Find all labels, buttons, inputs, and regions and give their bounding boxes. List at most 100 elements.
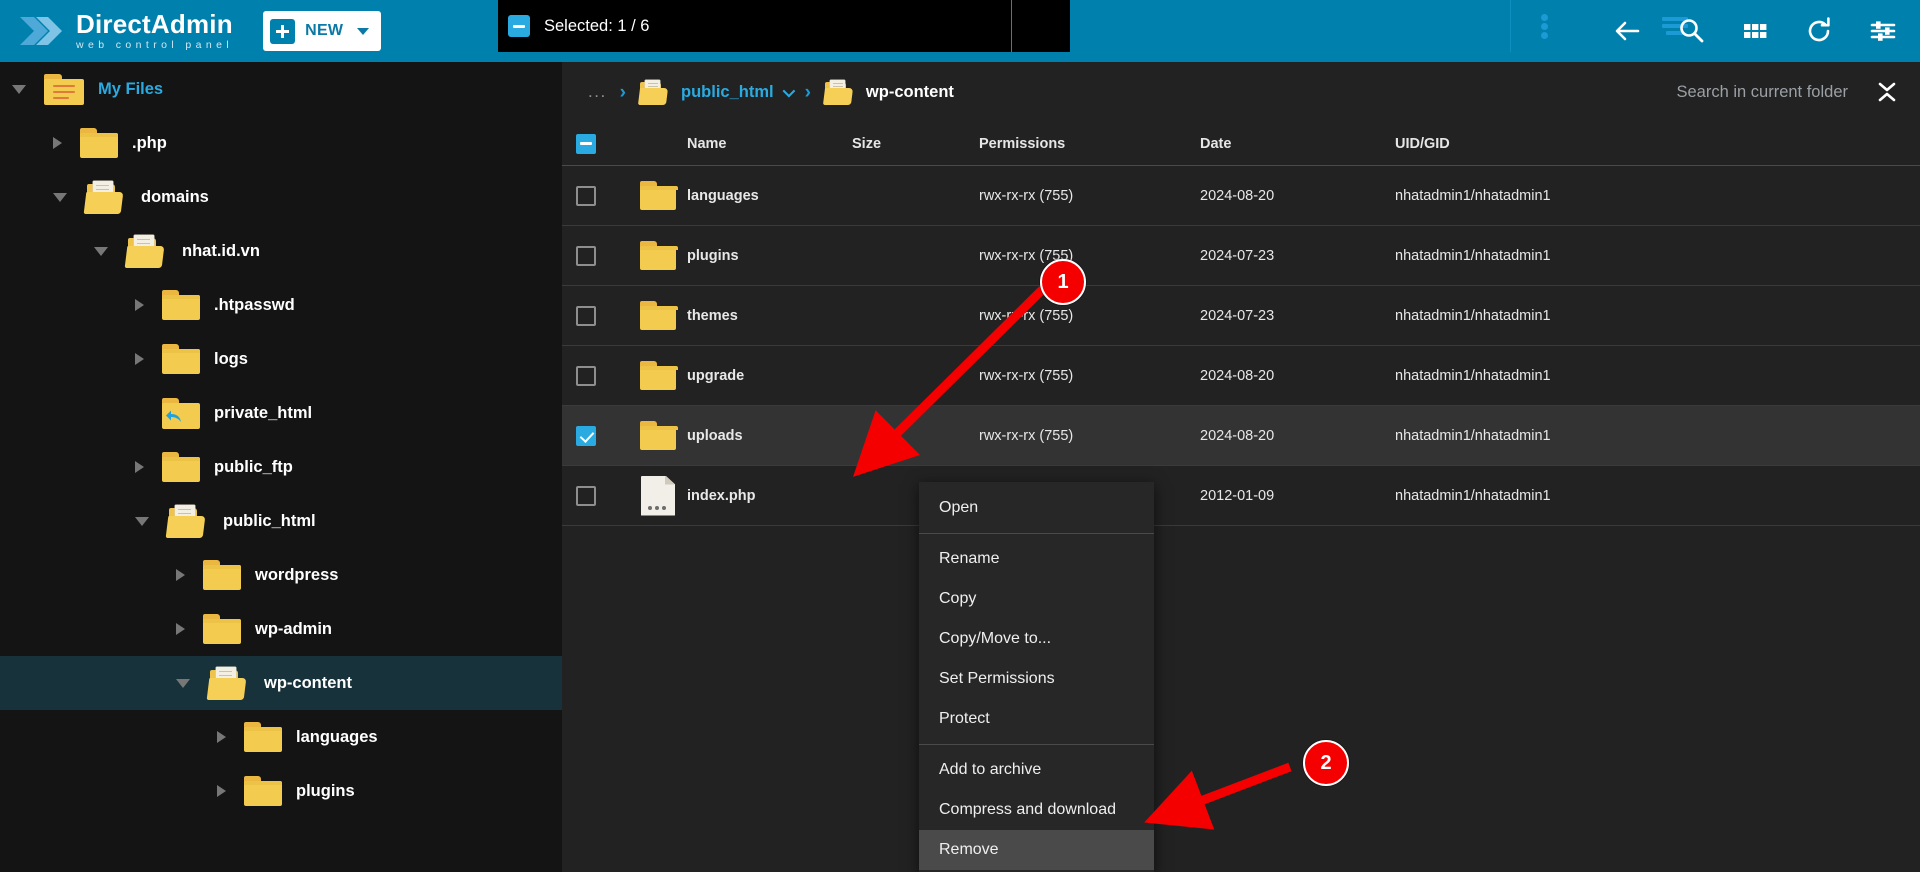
chevron-down-icon[interactable]: [94, 246, 108, 256]
grid-view-icon[interactable]: [1740, 16, 1770, 46]
select-all-rows-checkbox[interactable]: [576, 133, 596, 154]
folder-icon: [244, 722, 282, 752]
search-input[interactable]: Search in current folder: [1676, 83, 1848, 102]
context-menu-item-protect[interactable]: Protect: [919, 699, 1154, 739]
row-checkbox-cell: [562, 185, 629, 206]
vertical-dots-icon[interactable]: [1533, 12, 1557, 40]
chevron-right-icon[interactable]: [217, 731, 226, 743]
row-name[interactable]: languages: [687, 188, 852, 204]
header-checkbox-cell: [562, 133, 629, 154]
caret-down-icon[interactable]: [357, 27, 370, 35]
sidebar-item-plugins[interactable]: plugins: [0, 764, 562, 818]
context-menu-item-rename[interactable]: Rename: [919, 539, 1154, 579]
chevron-right-icon[interactable]: [217, 785, 226, 797]
chevron-right-icon[interactable]: [53, 137, 62, 149]
sidebar-item--htpasswd[interactable]: .htpasswd: [0, 278, 562, 332]
row-name[interactable]: plugins: [687, 248, 852, 264]
row-name[interactable]: themes: [687, 308, 852, 324]
sidebar-item-label: private_html: [214, 403, 313, 422]
chevron-right-icon[interactable]: [176, 623, 185, 635]
search-icon[interactable]: [1676, 16, 1706, 46]
table-row[interactable]: index.php4)2012-01-09nhatadmin1/nhatadmi…: [562, 466, 1920, 526]
row-checkbox[interactable]: [576, 185, 596, 206]
context-menu-item-add-to-archive[interactable]: Add to archive: [919, 750, 1154, 790]
chevron-right-icon[interactable]: [135, 461, 144, 473]
row-checkbox[interactable]: [576, 305, 596, 326]
sidebar-item-private-html[interactable]: private_html: [0, 386, 562, 440]
folder-icon: [80, 128, 118, 158]
row-name[interactable]: upgrade: [687, 368, 852, 384]
refresh-icon[interactable]: [1804, 16, 1834, 46]
chevron-right-icon[interactable]: [135, 353, 144, 365]
row-permissions: rwx-rx-rx (755): [979, 307, 1074, 324]
sidebar-item-public-html[interactable]: public_html: [0, 494, 562, 548]
chevron-down-icon[interactable]: [12, 84, 26, 94]
chevron-down-icon[interactable]: [135, 516, 149, 526]
table-row[interactable]: upgrade rwx-rx-rx (755) 2024-08-20 nhatadmi…: [562, 346, 1920, 406]
row-icon-cell: [629, 421, 687, 450]
column-header-uidgid[interactable]: UID/GID: [1395, 136, 1920, 152]
file-manager-app: DirectAdmin web control panel NEW Select…: [0, 0, 1920, 872]
sidebar-item-languages[interactable]: languages: [0, 710, 562, 764]
context-menu-item-open[interactable]: Open: [919, 488, 1154, 528]
table-row[interactable]: uploads rwx-rx-rx (755) 2024-08-20 nhatadmi…: [562, 406, 1920, 466]
sidebar-item-logs[interactable]: logs: [0, 332, 562, 386]
settings-sliders-icon[interactable]: [1868, 16, 1898, 46]
sidebar-item-public-ftp[interactable]: public_ftp: [0, 440, 562, 494]
row-icon-cell: [629, 241, 687, 270]
column-header-name[interactable]: Name: [687, 136, 852, 152]
sidebar-item-domains[interactable]: domains: [0, 170, 562, 224]
breadcrumb-ellipsis[interactable]: ...: [588, 82, 607, 102]
collapse-chevrons-icon[interactable]: [1874, 79, 1900, 105]
row-checkbox[interactable]: [576, 485, 596, 506]
row-date: 2024-07-23: [1200, 247, 1275, 264]
sidebar-item-nhat-id-vn[interactable]: nhat.id.vn: [0, 224, 562, 278]
column-header-date[interactable]: Date: [1200, 136, 1395, 152]
context-menu-item-remove[interactable]: Remove: [919, 830, 1154, 870]
folder-tree-sidebar[interactable]: My Files .php domains nhat.id.vn .htpasswd lo…: [0, 62, 562, 872]
context-menu-item-compress-and-download[interactable]: Compress and download: [919, 790, 1154, 830]
folder-icon: [640, 241, 678, 270]
table-row[interactable]: themes rwx-rx-rx (755) 2024-07-23 nhatadmin…: [562, 286, 1920, 346]
chevron-down-icon[interactable]: [53, 192, 67, 202]
breadcrumb-item-wp-content[interactable]: wp-content: [822, 79, 954, 105]
row-checkbox[interactable]: [576, 425, 596, 446]
file-icon: [641, 475, 675, 516]
row-checkbox[interactable]: [576, 245, 596, 266]
row-name[interactable]: index.php: [687, 488, 852, 504]
sidebar-item-label: languages: [296, 727, 378, 746]
sidebar-item-my-files[interactable]: My Files: [0, 62, 562, 116]
select-all-checkbox[interactable]: [508, 15, 530, 37]
column-header-permissions[interactable]: Permissions: [979, 136, 1200, 152]
new-button[interactable]: NEW: [263, 11, 382, 51]
sidebar-item--php[interactable]: .php: [0, 116, 562, 170]
chevron-down-icon[interactable]: [782, 84, 795, 97]
row-checkbox[interactable]: [576, 365, 596, 386]
sidebar-item-wp-admin[interactable]: wp-admin: [0, 602, 562, 656]
panel-divider-right: [1510, 0, 1511, 52]
context-menu-item-copy[interactable]: Copy: [919, 579, 1154, 619]
brand-logo[interactable]: DirectAdmin web control panel: [18, 11, 233, 51]
table-row[interactable]: languages rwx-rx-rx (755) 2024-08-20 nhatad…: [562, 166, 1920, 226]
context-menu[interactable]: Open Rename Copy Copy/Move to... Set Permiss…: [919, 482, 1154, 872]
sidebar-item-label: public_html: [223, 511, 316, 530]
row-checkbox-cell: [562, 365, 629, 386]
breadcrumb-item-public_html[interactable]: public_html: [637, 79, 795, 105]
selection-count-label: Selected: 1 / 6: [544, 16, 650, 35]
row-name[interactable]: uploads: [687, 428, 852, 444]
chevron-right-icon[interactable]: [135, 299, 144, 311]
sidebar-item-wp-content[interactable]: wp-content: [0, 656, 562, 710]
sidebar-item-label: wordpress: [255, 565, 339, 584]
sidebar-item-label: .htpasswd: [214, 295, 295, 314]
context-menu-item-set-permissions[interactable]: Set Permissions: [919, 659, 1154, 699]
plus-icon: [270, 18, 296, 44]
chevron-down-icon[interactable]: [176, 678, 190, 688]
table-row[interactable]: plugins rwx-rx-rx (755) 2024-07-23 nhatadmi…: [562, 226, 1920, 286]
column-header-size[interactable]: Size: [852, 136, 979, 152]
context-menu-item-copy-move-to[interactable]: Copy/Move to...: [919, 619, 1154, 659]
sidebar-item-wordpress[interactable]: wordpress: [0, 548, 562, 602]
back-arrow-icon[interactable]: [1612, 16, 1642, 46]
open-folder-icon: [83, 180, 127, 214]
chevron-right-icon[interactable]: [176, 569, 185, 581]
